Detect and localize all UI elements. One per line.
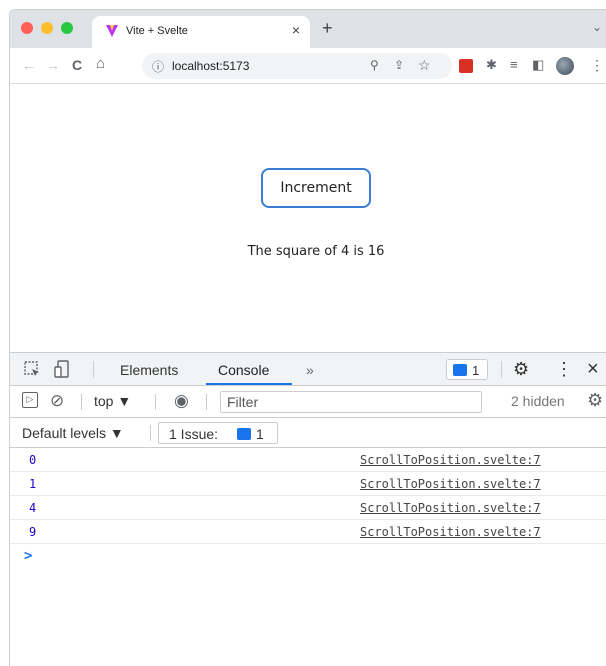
log-value: 9 — [29, 525, 37, 539]
reading-list-icon[interactable]: ≡ — [510, 57, 518, 72]
issues-badge[interactable]: 1 — [446, 359, 488, 380]
issues-count: 1 — [256, 426, 264, 442]
log-value: 0 — [29, 453, 37, 467]
share-icon[interactable]: ⇪ — [394, 58, 404, 72]
address-bar[interactable]: ⓘ localhost:5173 ⚲ ⇪ ☆ — [142, 53, 452, 79]
inspect-element-icon[interactable] — [24, 361, 41, 378]
console-log-row: 4 ScrollToPosition.svelte:7 — [10, 496, 606, 520]
red-extension-icon[interactable] — [459, 59, 473, 73]
home-button[interactable]: ⌂ — [96, 55, 105, 72]
tab-search-icon[interactable]: ⌄ — [592, 20, 602, 34]
window-close-button[interactable] — [21, 22, 33, 34]
devtools-panel: Elements Console » 1 ⚙ ⋮ × ▷ ⊘ top ▼ ◉ 2 — [10, 352, 606, 666]
log-source-link[interactable]: ScrollToPosition.svelte:7 — [360, 501, 541, 515]
console-settings-gear-icon[interactable]: ⚙ — [587, 390, 603, 411]
browser-window: Vite + Svelte × + ⌄ ← → C ⌂ ⓘ localhost:… — [9, 9, 606, 666]
context-selector[interactable]: top ▼ — [94, 393, 131, 409]
settings-gear-icon[interactable]: ⚙ — [513, 359, 529, 380]
clear-console-icon[interactable]: ⊘ — [50, 391, 64, 411]
issues-label: 1 Issue: — [169, 426, 219, 442]
reload-button[interactable]: C — [72, 57, 82, 73]
default-levels-dropdown[interactable]: Default levels ▼ — [22, 425, 124, 441]
issues-badge-count: 1 — [472, 363, 480, 378]
profile-avatar-icon[interactable] — [556, 57, 574, 75]
kebab-menu-icon[interactable]: ⋮ — [590, 57, 604, 74]
hidden-count: 2 hidden — [511, 393, 565, 409]
puzzle-icon[interactable]: ✱ — [486, 57, 497, 73]
device-toolbar-icon[interactable] — [54, 360, 70, 379]
console-log-row: 1 ScrollToPosition.svelte:7 — [10, 472, 606, 496]
log-value: 1 — [29, 477, 37, 491]
vite-logo-icon — [106, 25, 118, 37]
tab-title: Vite + Svelte — [126, 25, 188, 37]
site-info-icon[interactable]: ⓘ — [152, 58, 164, 75]
tab-strip: Vite + Svelte × + ⌄ — [10, 10, 606, 48]
log-source-link[interactable]: ScrollToPosition.svelte:7 — [360, 477, 541, 491]
tab-elements[interactable]: Elements — [120, 362, 178, 378]
divider — [93, 361, 94, 378]
console-levels-bar: Default levels ▼ 1 Issue: 1 — [10, 418, 606, 448]
divider — [206, 394, 207, 410]
browser-toolbar: ← → C ⌂ ⓘ localhost:5173 ⚲ ⇪ ☆ ✱ ≡ ◧ ⋮ — [10, 48, 606, 84]
close-devtools-icon[interactable]: × — [587, 358, 599, 381]
log-source-link[interactable]: ScrollToPosition.svelte:7 — [360, 525, 541, 539]
window-minimize-button[interactable] — [41, 22, 53, 34]
console-prompt-icon: > — [24, 548, 33, 564]
devtools-menu-icon[interactable]: ⋮ — [555, 359, 573, 380]
back-button[interactable]: ← — [22, 57, 36, 73]
sidebar-toggle-icon[interactable]: ▷ — [22, 392, 38, 408]
issues-button[interactable]: 1 Issue: 1 — [158, 422, 278, 444]
console-log-row: 0 ScrollToPosition.svelte:7 — [10, 448, 606, 472]
active-tab-indicator — [206, 383, 292, 385]
tab-close-icon[interactable]: × — [292, 22, 300, 38]
result-text: The square of 4 is 16 — [247, 244, 385, 259]
new-tab-button[interactable]: + — [322, 18, 333, 39]
console-filter-bar: ▷ ⊘ top ▼ ◉ 2 hidden ⚙ — [10, 386, 606, 418]
page-content: Increment The square of 4 is 16 — [10, 84, 606, 352]
tab-console[interactable]: Console — [218, 362, 269, 378]
forward-button[interactable]: → — [46, 57, 60, 73]
url-text: localhost:5173 — [172, 59, 250, 73]
message-icon — [453, 364, 467, 376]
message-icon — [237, 428, 251, 440]
console-prompt-row[interactable]: > — [10, 544, 606, 568]
live-expression-eye-icon[interactable]: ◉ — [174, 391, 189, 411]
increment-button[interactable]: Increment — [261, 168, 371, 208]
filter-input[interactable] — [221, 392, 481, 412]
divider — [81, 394, 82, 410]
bookmark-star-icon[interactable]: ☆ — [418, 57, 431, 74]
zoom-icon[interactable]: ⚲ — [370, 58, 379, 72]
window-maximize-button[interactable] — [61, 22, 73, 34]
console-output: 0 ScrollToPosition.svelte:7 1 ScrollToPo… — [10, 448, 606, 568]
log-source-link[interactable]: ScrollToPosition.svelte:7 — [360, 453, 541, 467]
divider — [155, 394, 156, 410]
divider — [150, 425, 151, 441]
devtools-tabbar: Elements Console » 1 ⚙ ⋮ × — [10, 353, 606, 386]
side-panel-icon[interactable]: ◧ — [532, 57, 544, 73]
log-value: 4 — [29, 501, 37, 515]
divider — [501, 361, 502, 378]
more-tabs-button[interactable]: » — [306, 362, 314, 378]
console-log-row: 9 ScrollToPosition.svelte:7 — [10, 520, 606, 544]
browser-tab[interactable]: Vite + Svelte × — [92, 16, 310, 48]
filter-input-box[interactable] — [220, 391, 482, 413]
